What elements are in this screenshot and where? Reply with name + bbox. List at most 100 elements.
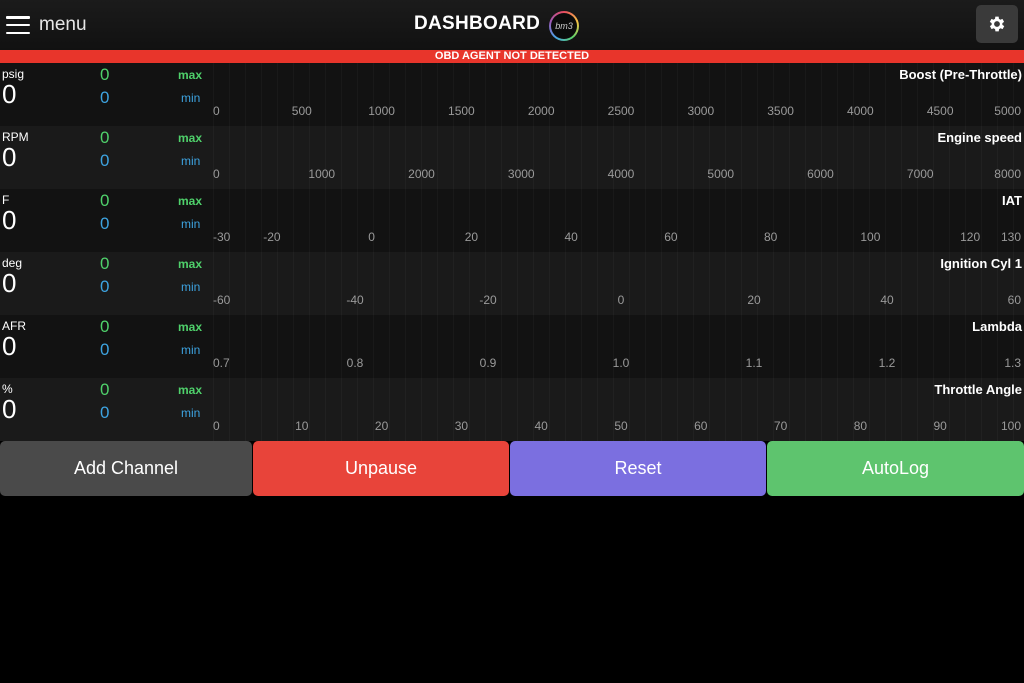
- channel-name: Engine speed: [937, 130, 1022, 145]
- channel-max-label: max: [178, 68, 203, 82]
- channel-min-label: min: [181, 343, 201, 357]
- scale-tick-label: 100: [1000, 419, 1021, 433]
- scale-tick-label: 130: [1000, 230, 1021, 244]
- scale-tick-label: 1000: [308, 167, 336, 181]
- channel-min-label: min: [181, 406, 201, 420]
- scale-tick-label: 70: [773, 419, 788, 433]
- channel-min-label: min: [181, 280, 201, 294]
- scale-tick-label: 40: [564, 230, 578, 244]
- scale-tick-label: 1.0: [612, 356, 630, 370]
- scale-tick-label: 60: [1007, 293, 1021, 307]
- channel-name: Ignition Cyl 1: [940, 256, 1022, 271]
- menu-button[interactable]: menu: [6, 12, 87, 38]
- scale-tick-label: 7000: [906, 167, 934, 181]
- channel-name: Lambda: [972, 319, 1022, 334]
- channel-max-value: 0: [100, 65, 110, 84]
- scale-tick-label: 0: [213, 167, 220, 181]
- channel-name: Throttle Angle: [934, 382, 1022, 397]
- channel-row[interactable]: psig 0 0 0 max min Boost (Pre-Throttle) 0 500 100…: [0, 63, 1024, 126]
- scale-tick-label: 0: [213, 419, 220, 433]
- scale-tick-label: 500: [291, 104, 312, 118]
- settings-button[interactable]: [976, 5, 1018, 43]
- scale-tick-label: 80: [763, 230, 778, 244]
- scale-tick-label: 2000: [408, 167, 435, 181]
- scale-tick-label: 0.9: [479, 356, 497, 370]
- scale-tick-label: 5000: [707, 167, 735, 181]
- scale-tick-label: 30: [454, 419, 469, 433]
- scale-tick-label: 10: [295, 419, 309, 433]
- obd-alert-banner: OBD AGENT NOT DETECTED: [0, 50, 1024, 63]
- channel-max-label: max: [178, 131, 203, 145]
- scale-tick-label: 120: [960, 230, 981, 244]
- channel-max-value: 0: [100, 254, 110, 273]
- logo-text: bm3: [555, 21, 573, 31]
- scale-tick-label: 3500: [767, 104, 794, 118]
- scale-tick-label: 8000: [994, 167, 1021, 181]
- scale-tick-label: -40: [346, 293, 364, 307]
- reset-button[interactable]: Reset: [510, 441, 766, 496]
- gear-icon: [989, 16, 1005, 32]
- channel-row[interactable]: deg 0 0 0 max min Ignition Cyl 1 -60 -40 -20 0 20 40…: [0, 252, 1024, 315]
- scale-tick-label: 6000: [807, 167, 834, 181]
- scale-tick-label: -30: [213, 230, 231, 244]
- scale-tick-label: 5000: [994, 104, 1021, 118]
- channel-max-value: 0: [100, 380, 110, 399]
- scale-tick-label: 1500: [448, 104, 475, 118]
- scale-tick-label: 20: [374, 419, 389, 433]
- scale-tick-label: 100: [860, 230, 881, 244]
- scale-tick-label: 0: [617, 293, 625, 307]
- channel-max-value: 0: [100, 128, 110, 147]
- scale-tick-label: 60: [664, 230, 678, 244]
- scale-tick-label: 60: [694, 419, 708, 433]
- channel-scale: 0 10 20 30 40 50 60 70 80 90 100: [0, 419, 1024, 435]
- scale-tick-label: 80: [853, 419, 868, 433]
- scale-tick-label: 2000: [527, 104, 555, 118]
- scale-tick-label: 0: [368, 230, 375, 244]
- top-bar: menu DASHBOARD bm3: [0, 0, 1024, 50]
- add-channel-button[interactable]: Add Channel: [0, 441, 252, 496]
- channel-scale: 0 500 1000 1500 2000 2500 3000 3500 4000 4500 5000: [0, 104, 1024, 120]
- scale-tick-label: 1.3: [1004, 356, 1021, 370]
- channel-max-value: 0: [100, 191, 110, 210]
- channel-row[interactable]: % 0 0 0 max min Throttle Angle 0 10 20 30 40 50 60 70 8…: [0, 378, 1024, 441]
- brand-logo: bm3: [549, 11, 579, 41]
- scale-tick-label: 1000: [368, 104, 395, 118]
- scale-tick-label: 4000: [847, 104, 874, 118]
- scale-tick-label: 20: [464, 230, 479, 244]
- channel-row[interactable]: F 0 0 0 max min IAT -30 -20 0 20 40 60 80 100 120 130: [0, 189, 1024, 252]
- scale-tick-label: -60: [213, 293, 231, 307]
- channel-list: psig 0 0 0 max min Boost (Pre-Throttle) 0 500 100…: [0, 63, 1024, 441]
- unpause-button[interactable]: Unpause: [253, 441, 509, 496]
- channel-scale: 0.7 0.8 0.9 1.0 1.1 1.2 1.3: [0, 356, 1024, 372]
- scale-tick-label: -20: [263, 230, 281, 244]
- scale-tick-label: 0.8: [346, 356, 364, 370]
- menu-label: menu: [39, 14, 87, 35]
- action-buttons: Add Channel Unpause Reset AutoLog: [0, 441, 1024, 496]
- channel-min-label: min: [181, 217, 201, 231]
- scale-tick-label: 50: [614, 419, 628, 433]
- scale-tick-label: 0: [213, 104, 220, 118]
- scale-tick-label: 40: [534, 419, 548, 433]
- channel-min-label: min: [181, 91, 201, 105]
- channel-row[interactable]: AFR 0 0 0 max min Lambda 0.7 0.8 0.9 1.0 1.1 1.2 1.3: [0, 315, 1024, 378]
- channel-max-label: max: [178, 320, 203, 334]
- channel-scale: -60 -40 -20 0 20 40 60: [0, 293, 1024, 309]
- channel-max-value: 0: [100, 317, 110, 336]
- autolog-button[interactable]: AutoLog: [767, 441, 1024, 496]
- scale-tick-label: 3000: [687, 104, 715, 118]
- channel-min-label: min: [181, 154, 201, 168]
- channel-max-label: max: [178, 194, 203, 208]
- scale-tick-label: -20: [479, 293, 497, 307]
- scale-tick-label: 1.1: [745, 356, 763, 370]
- channel-row[interactable]: RPM 0 0 0 max min Engine speed 0 1000 2000 3000 400…: [0, 126, 1024, 189]
- scale-tick-label: 0.7: [213, 356, 230, 370]
- channel-max-label: max: [178, 257, 203, 271]
- scale-tick-label: 40: [880, 293, 894, 307]
- scale-tick-label: 90: [933, 419, 947, 433]
- scale-tick-label: 20: [747, 293, 761, 307]
- scale-tick-label: 4000: [607, 167, 635, 181]
- channel-scale: 0 1000 2000 3000 4000 5000 6000 7000 8000: [0, 167, 1024, 183]
- scale-tick-label: 4500: [926, 104, 954, 118]
- scale-tick-label: 3000: [507, 167, 535, 181]
- channel-name: IAT: [1002, 193, 1022, 208]
